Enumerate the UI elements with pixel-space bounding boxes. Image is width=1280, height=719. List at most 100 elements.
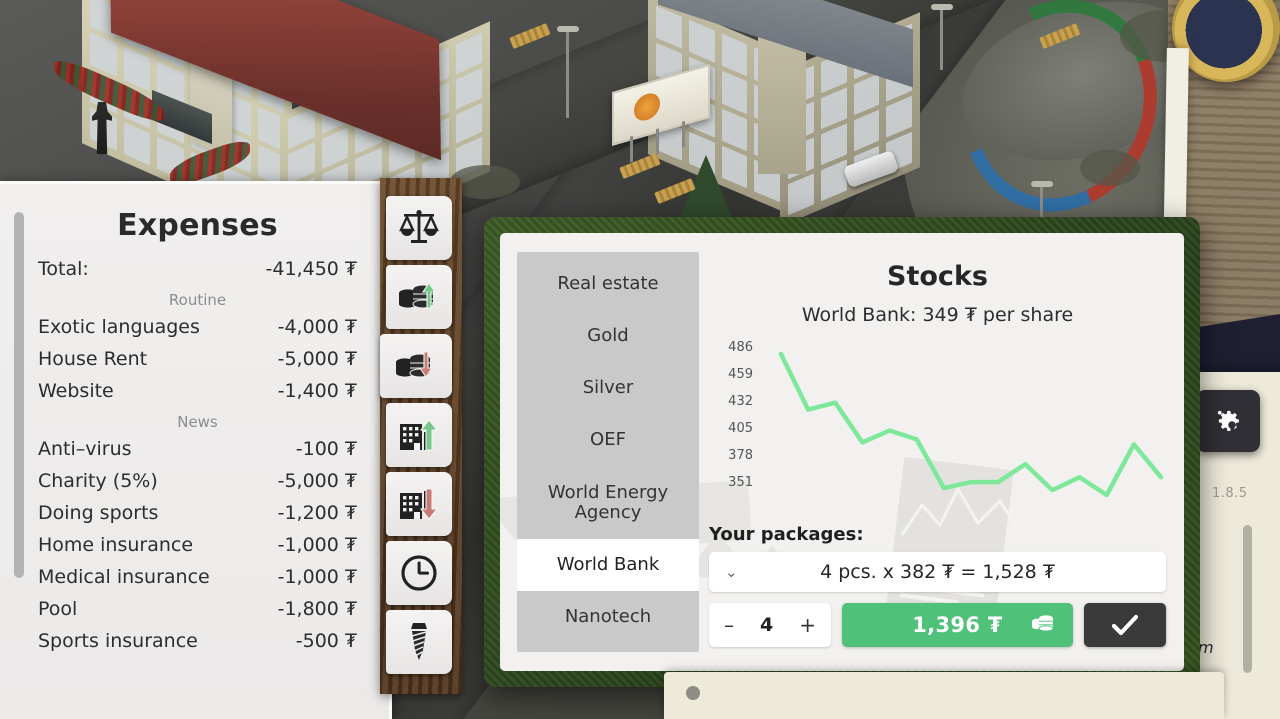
expenses-panel: Expenses Total: -41,450 ₮ Routine Exotic… (0, 181, 392, 719)
shrub (1080, 150, 1140, 186)
stock-item-gold[interactable]: Gold (517, 310, 699, 362)
stocks-dialog: Real estate Gold Silver OEF World Energy… (484, 217, 1200, 687)
expense-row[interactable]: Medical insurance -1,000 ₮ (38, 561, 357, 593)
desk-scrollbar[interactable] (1243, 525, 1252, 673)
building-up-icon (398, 418, 440, 452)
section-header: Routine (38, 285, 357, 311)
business-income-button[interactable] (386, 403, 452, 467)
expense-value: -4,000 ₮ (278, 316, 357, 338)
expenses-coins-button[interactable] (380, 334, 452, 398)
stock-item-label: Gold (587, 325, 628, 346)
chart-line-svg (769, 346, 1169, 511)
business-expenses-button[interactable] (386, 472, 452, 536)
stocks-title: Stocks (709, 261, 1166, 292)
y-axis-tick: 351 (719, 475, 753, 490)
expenses-total-row: Total: -41,450 ₮ (38, 253, 357, 285)
coins-down-icon (394, 349, 438, 383)
quantity-minus-button[interactable]: – (724, 613, 734, 637)
expense-row[interactable]: Anti–virus -100 ₮ (38, 433, 357, 465)
purchase-controls: – 4 + 1,396 ₮ (709, 603, 1166, 647)
expense-label: Exotic languages (38, 316, 200, 338)
expense-value: -1,000 ₮ (278, 566, 357, 588)
confirm-button[interactable] (1084, 603, 1166, 647)
stock-item-silver[interactable]: Silver (517, 362, 699, 414)
bench (509, 23, 551, 49)
section-header: News (38, 407, 357, 433)
total-label: Total: (38, 258, 89, 280)
stock-item-label: Silver (583, 377, 634, 398)
expenses-scrollbar[interactable] (14, 212, 24, 578)
buy-button[interactable]: 1,396 ₮ (842, 603, 1073, 647)
sheet-handle-dot (686, 686, 700, 700)
expense-value: -5,000 ₮ (278, 348, 357, 370)
balance-scales-button[interactable] (386, 196, 452, 260)
stock-item-label: World Bank (557, 554, 660, 575)
y-axis-tick: 486 (719, 340, 753, 355)
expense-value: -1,200 ₮ (278, 502, 357, 524)
balance-scales-icon (399, 210, 439, 246)
bottom-sheet[interactable] (664, 672, 1224, 719)
clock-icon (400, 554, 438, 592)
stock-item-nanotech[interactable]: Nanotech (517, 591, 699, 643)
stock-item-world-energy-agency[interactable]: World Energy Agency (517, 467, 699, 539)
expense-row[interactable]: Exotic languages -4,000 ₮ (38, 311, 357, 343)
package-dropdown[interactable]: ⌄ 4 pcs. x 382 ₮ = 1,528 ₮ (709, 552, 1166, 592)
desk-text-fragment: m (1198, 638, 1214, 657)
stock-item-label: Real estate (557, 273, 658, 294)
expense-label: Sports insurance (38, 630, 198, 652)
expense-row[interactable]: Doing sports -1,200 ₮ (38, 497, 357, 529)
quantity-value: 4 (760, 614, 773, 636)
stock-item-oef[interactable]: OEF (517, 414, 699, 466)
y-axis-tick: 459 (719, 367, 753, 382)
expense-value: -100 ₮ (296, 438, 357, 460)
expense-row[interactable]: Sports insurance -500 ₮ (38, 625, 357, 657)
stock-item-label: Nanotech (565, 606, 651, 627)
left-toolbar (386, 196, 454, 679)
quantity-plus-button[interactable]: + (799, 613, 816, 637)
street-lamp (566, 30, 569, 118)
total-value: -41,450 ₮ (266, 258, 357, 280)
expense-label: Medical insurance (38, 566, 210, 588)
career-button[interactable] (386, 610, 452, 674)
expense-label: House Rent (38, 348, 147, 370)
income-coins-button[interactable] (386, 265, 452, 329)
expense-value: -500 ₮ (296, 630, 357, 652)
version-label: 1.8.5 (1212, 486, 1248, 501)
coins-icon (1030, 612, 1056, 638)
y-axis-tick: 432 (719, 394, 753, 409)
stock-list: Real estate Gold Silver OEF World Energy… (517, 252, 699, 652)
expense-row[interactable]: Website -1,400 ₮ (38, 375, 357, 407)
street-lamp (940, 8, 943, 70)
expense-label: Pool (38, 598, 77, 620)
expense-label: Charity (5%) (38, 470, 158, 492)
packages-label: Your packages: (709, 524, 1166, 545)
checkmark-icon (1110, 613, 1140, 637)
stock-item-real-estate[interactable]: Real estate (517, 258, 699, 310)
expense-value: -5,000 ₮ (278, 470, 357, 492)
quantity-stepper[interactable]: – 4 + (709, 603, 831, 647)
expense-row[interactable]: Charity (5%) -5,000 ₮ (38, 465, 357, 497)
stocks-detail-pane: Stocks World Bank: 349 ₮ per share 486 4… (699, 233, 1184, 671)
stock-price-chart: 486 459 432 405 378 351 (709, 340, 1166, 520)
stock-item-label: World Energy Agency (548, 482, 668, 523)
stocks-subtitle: World Bank: 349 ₮ per share (709, 304, 1166, 326)
expense-value: -1,400 ₮ (278, 380, 357, 402)
expense-label: Home insurance (38, 534, 193, 556)
time-button[interactable] (386, 541, 452, 605)
gear-icon (1213, 406, 1243, 436)
game-screen: 1.8.5 m Expenses Total: -41,450 ₮ Routin… (0, 0, 1280, 719)
stock-item-world-bank[interactable]: World Bank (517, 539, 699, 591)
stocks-dialog-body: Real estate Gold Silver OEF World Energy… (500, 233, 1184, 671)
expense-value: -1,800 ₮ (278, 598, 357, 620)
settings-button[interactable] (1196, 390, 1260, 452)
expense-row[interactable]: Pool -1,800 ₮ (38, 593, 357, 625)
y-axis-tick: 405 (719, 421, 753, 436)
expense-row[interactable]: House Rent -5,000 ₮ (38, 343, 357, 375)
y-axis-tick: 378 (719, 448, 753, 463)
expense-value: -1,000 ₮ (278, 534, 357, 556)
coins-up-icon (397, 280, 441, 314)
expense-label: Doing sports (38, 502, 158, 524)
page-title: Expenses (38, 208, 357, 243)
package-dropdown-value: 4 pcs. x 382 ₮ = 1,528 ₮ (709, 561, 1166, 583)
expense-row[interactable]: Home insurance -1,000 ₮ (38, 529, 357, 561)
